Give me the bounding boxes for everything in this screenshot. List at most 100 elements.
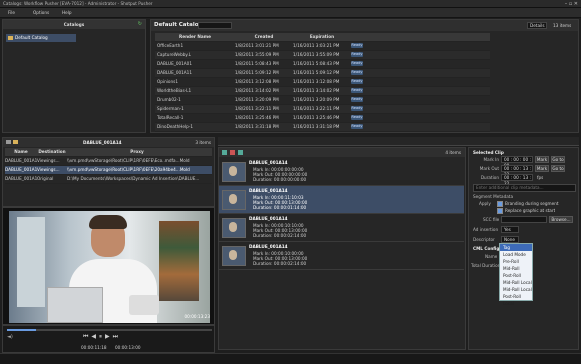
open-icon[interactable] [13, 140, 18, 144]
table-row[interactable]: Drumb02-1 1/8/2011 3:20:09 PM 1/16/2011 3:… [155, 96, 490, 105]
mark-in-button[interactable]: Mark [535, 156, 549, 163]
clip-thumbnail [222, 246, 246, 266]
video-player[interactable]: 00:00:13:23 [2, 207, 215, 325]
clip-item[interactable]: DABLUE_001A14 Mark In: 00:00:10:10:00 Mark… [219, 214, 464, 242]
catalog-item-default[interactable]: Default Catalog [6, 34, 76, 42]
option-branding[interactable]: Branding during segment [497, 201, 559, 207]
apply-label: Apply [479, 201, 491, 206]
clip-thumbnail [222, 218, 246, 238]
asset-row[interactable]: DABLUE_001A14.jpegViewings... \\vm.pmd\vw… [5, 166, 212, 175]
default-catalog-panel: Default Catalog Details 13 items Render … [150, 19, 579, 133]
ad-insertion-label: Ad insertion [473, 227, 499, 232]
row-created: 1/8/2011 3:22:11 PM [235, 106, 279, 111]
table-row[interactable]: DinoDeathHelp-1 1/8/2011 3:31:18 PM 1/16/2… [155, 123, 490, 132]
mark-in-field[interactable]: 00 : 00 : 00 : 00 [501, 156, 533, 168]
mark-in-label: Mark In [483, 157, 499, 162]
window-title: Catalogs: Workflow Pusher [EVA-7012] - A… [3, 1, 153, 6]
duplicate-clip-icon[interactable] [238, 150, 243, 155]
col-asset-name[interactable]: Name [5, 148, 37, 156]
row-status: Ready [351, 43, 363, 48]
cliplist-count: 4 items [445, 150, 461, 155]
video-frame [9, 211, 210, 323]
dropdown-option[interactable]: Mid-Roll Local [500, 286, 532, 293]
ad-insertion-select[interactable]: Yes [501, 226, 519, 233]
clip-list-panel: 4 items DABLUE_001A14 Mark In: 00:00:00:0… [218, 147, 466, 350]
seek-bar[interactable] [7, 329, 212, 331]
goto-out-button[interactable]: Go to [551, 165, 565, 172]
total-duration-label: Total Duration [471, 263, 501, 268]
table-row[interactable]: DABLUE_001A01 1/8/2011 5:08:43 PM 1/16/201… [155, 60, 490, 69]
col-name[interactable]: Render Name [155, 33, 235, 41]
row-created: 1/8/2011 3:55:09 PM [235, 52, 279, 57]
clip-thumbnail [222, 190, 246, 210]
clip-thumbnail [222, 162, 246, 182]
browse-button[interactable]: Browse... [549, 216, 573, 223]
dropdown-option[interactable]: Pre-Roll [500, 258, 532, 265]
col-created[interactable]: Created [235, 33, 293, 41]
table-row[interactable]: OfficeEarth1 1/8/2011 3:01:21 PM 1/16/2011… [155, 42, 490, 51]
add-clip-icon[interactable] [222, 150, 227, 155]
clip-item[interactable]: DABLUE_001A14 Mark In: 00:00:00:00:00 Mark… [219, 158, 464, 186]
dropdown-option[interactable]: Load Mode [500, 251, 532, 258]
row-expiration: 1/16/2011 3:14:02 PM [293, 88, 340, 93]
clip-title: DABLUE_001A14 [249, 188, 288, 193]
volume-icon[interactable]: ◄) [7, 334, 13, 340]
col-exp[interactable]: Expiration [293, 33, 351, 41]
assets-count: 3 items [195, 140, 211, 145]
col-proxy[interactable]: Proxy [67, 148, 207, 156]
table-row[interactable]: TotalRecall-1 1/8/2011 3:25:46 PM 1/16/201… [155, 114, 490, 123]
scc-input[interactable] [501, 216, 547, 223]
refresh-icon[interactable]: ↻ [138, 21, 142, 27]
menu-help[interactable]: Help [62, 10, 72, 16]
row-name: TotalRecall-1 [157, 115, 184, 120]
asset-row[interactable]: DABLUE_001A14.mpgOriginal D:\My Documents… [5, 175, 212, 184]
row-status: Ready [351, 61, 363, 66]
descriptor-select[interactable]: None [501, 236, 519, 243]
goto-in-button[interactable]: Go to [551, 156, 565, 163]
row-expiration: 1/16/2011 3:03:21 PM [293, 43, 340, 48]
dropdown-option[interactable]: Mid-Roll Local [500, 279, 532, 286]
table-row[interactable]: Spiderman-1 1/8/2011 3:22:11 PM 1/16/2011 … [155, 105, 490, 114]
assets-panel: DABLUE_001A14 3 items Name Destination Pro… [2, 137, 215, 207]
dropdown-option[interactable]: Post-Roll [500, 272, 532, 279]
menu-file[interactable]: File [8, 10, 15, 16]
asset-proxy: \\vm.pmd\vwStorage\Root\CLIP\1RF\0EFE\Ec… [67, 158, 190, 163]
clip-type-dropdown[interactable]: Tag Load Mode Pre-Roll Mid-Roll Post-Roll Mid… [499, 243, 533, 306]
catalog-toolbar: Default Catalog Details 13 items [151, 20, 578, 31]
clip-description-input[interactable]: Enter additional clip metadata... [473, 184, 576, 192]
menu-options[interactable]: Options [33, 10, 49, 16]
clip-item[interactable]: DABLUE_001A14 Mark In: 00:00:11:10:03 Mark… [219, 186, 464, 214]
duration-field[interactable]: 00 : 00 : 13 : 22 [501, 174, 533, 186]
table-row[interactable]: Opinions1 1/8/2011 3:12:08 PM 1/16/2011 3:… [155, 78, 490, 87]
clip-item[interactable]: DABLUE_001A14 Mark In: 00:00:10:00:00 Mark… [219, 242, 464, 270]
out-point: 00:00:13:00 [115, 345, 141, 350]
asset-row[interactable]: DABLUE_001A14.mpgViewings... \\vm.pmd\vwS… [5, 157, 212, 166]
table-row[interactable]: CaptureWebby.L 1/8/2011 3:55:09 PM 1/16/20… [155, 51, 490, 60]
dropdown-option[interactable]: Tag [500, 244, 532, 251]
transport-buttons[interactable]: ⏮◀⏸▶⏭ [83, 333, 121, 341]
col-destination[interactable]: Destination [37, 148, 67, 156]
row-expiration: 1/16/2011 3:22:11 PM [293, 106, 340, 111]
catalog-search-input[interactable] [198, 22, 232, 29]
window-controls[interactable]: – ▫ ✕ [565, 1, 578, 7]
option-replace[interactable]: Replace graphic at start [497, 208, 555, 214]
dropdown-option[interactable]: Mid-Roll [500, 265, 532, 272]
catalog-count: 13 items [553, 23, 572, 28]
tab-bar: Metadata LabelsEmbedded MetadataClip Lis… [218, 137, 579, 156]
view-select[interactable]: Details [527, 22, 547, 29]
mark-out-field[interactable]: 00 : 00 : 13 : 22 [501, 165, 533, 177]
person-hair [89, 215, 127, 229]
clip-title: DABLUE_001A14 [249, 216, 288, 221]
mark-out-button[interactable]: Mark [535, 165, 549, 172]
row-expiration: 1/16/2011 5:09:12 PM [293, 70, 340, 75]
folder-icon[interactable] [6, 140, 11, 144]
cml-config-title: CML Config [473, 246, 500, 251]
table-row[interactable]: DABLUE_001A11 1/8/2011 5:09:12 PM 1/16/201… [155, 69, 490, 78]
table-row[interactable]: WorldtheBias-L1 1/8/2011 3:14:02 PM 1/16/2… [155, 87, 490, 96]
clip-duration: Duration: 00:00:02:14:00 [253, 233, 307, 238]
asset-name: DABLUE_001A14.mpg [5, 176, 37, 181]
remove-clip-icon[interactable] [230, 150, 235, 155]
row-expiration: 1/16/2011 3:55:09 PM [293, 52, 340, 57]
dropdown-option[interactable]: Post-Roll Local [500, 293, 532, 306]
row-status: Ready [351, 79, 363, 84]
